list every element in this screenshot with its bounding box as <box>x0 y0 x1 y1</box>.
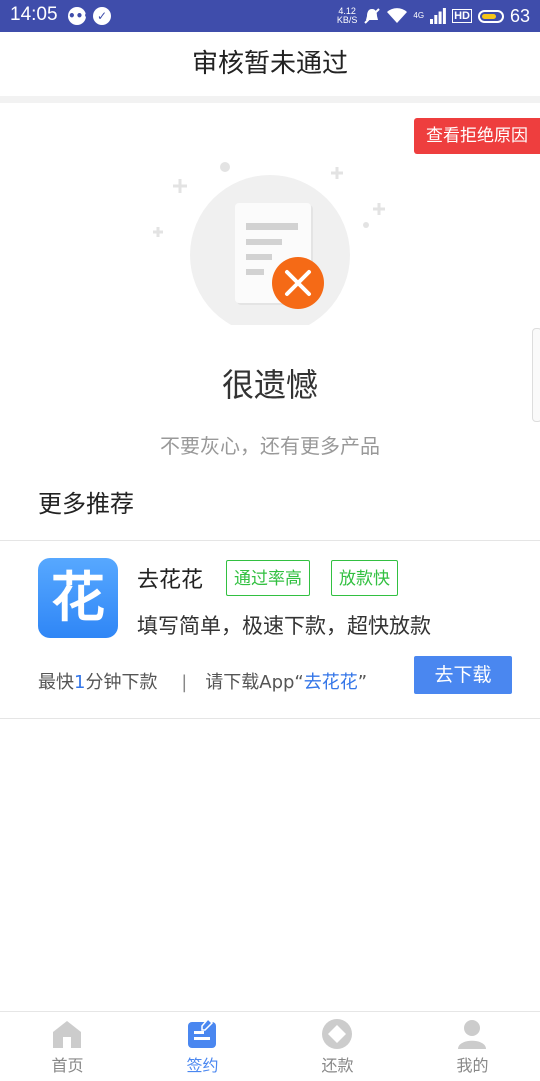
footer-prefix: 最快 <box>38 672 74 693</box>
message-icon: ••• <box>68 7 92 25</box>
signal-icon <box>430 8 446 24</box>
rejected-document-illustration <box>153 162 385 325</box>
page-title: 审核暂未通过 <box>0 32 540 96</box>
network-speed: 4.12 KB/S <box>337 7 358 25</box>
download-button[interactable]: 去下载 <box>414 656 512 694</box>
profile-icon <box>458 1020 486 1049</box>
contract-icon <box>188 1018 216 1048</box>
footer-separator: | <box>181 672 188 693</box>
hd-icon: HD <box>452 9 472 23</box>
footer-text: 请下载App“ <box>205 672 304 693</box>
more-recommendations-title: 更多推荐 <box>38 490 134 518</box>
divider <box>0 540 540 541</box>
footer-app-name: 去花花 <box>303 672 358 693</box>
home-icon <box>53 1021 81 1048</box>
tag-high-approval: 通过率高 <box>226 560 310 596</box>
speed-unit: KB/S <box>336 15 358 25</box>
footer-close-quote: ” <box>357 672 368 693</box>
tab-home[interactable]: 首页 <box>0 1012 135 1081</box>
battery-icon <box>477 9 504 23</box>
footer-number: 1 <box>74 672 86 693</box>
wifi-icon <box>387 8 408 23</box>
status-bar: 14:05 ••• ✓ 4.12 KB/S 4G HD 63 <box>0 0 540 32</box>
network-type: 4G <box>413 11 425 20</box>
side-scroll-handle[interactable] <box>532 328 540 422</box>
bottom-tab-bar: 首页 签约 还款 我的 <box>0 1011 540 1081</box>
repay-icon <box>322 1019 352 1049</box>
view-reject-reason-button[interactable]: 查看拒绝原因 <box>414 118 540 154</box>
header-separator <box>0 96 540 103</box>
result-title: 很遗憾 <box>221 366 318 404</box>
app-logo-icon[interactable]: 花 <box>38 558 118 638</box>
tab-label-home: 首页 <box>51 1056 84 1075</box>
tab-repay[interactable]: 还款 <box>270 1012 405 1081</box>
tab-label-repay: 还款 <box>321 1056 354 1075</box>
product-name[interactable]: 去花花 <box>137 562 203 594</box>
product-footer: 最快1分钟下款 | 请下载App“去花花” <box>38 668 367 694</box>
result-subtitle: 不要灰心，还有更多产品 <box>160 434 380 458</box>
tab-label-profile: 我的 <box>456 1056 489 1075</box>
check-circle-icon: ✓ <box>93 7 111 25</box>
footer-unit: 分钟下款 <box>85 672 158 693</box>
tag-fast-loan: 放款快 <box>331 560 398 596</box>
battery-level: 63 <box>509 5 530 26</box>
mute-icon <box>364 8 381 24</box>
product-description: 填写简单，极速下款，超快放款 <box>137 614 431 638</box>
tab-label-contract: 签约 <box>186 1056 219 1075</box>
tab-contract[interactable]: 签约 <box>135 1012 270 1081</box>
status-time: 14:05 <box>10 4 58 25</box>
tab-profile[interactable]: 我的 <box>405 1012 540 1081</box>
status-right: 4.12 KB/S 4G HD 63 <box>337 4 530 28</box>
divider <box>0 718 540 719</box>
